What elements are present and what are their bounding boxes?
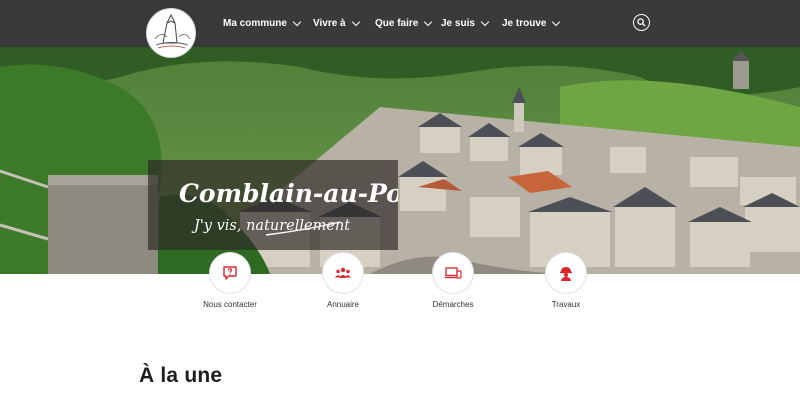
- top-navigation-bar: Ma commune Vivre à Que faire Je suis Je …: [0, 0, 800, 47]
- quick-link-icon-circle: [322, 252, 364, 294]
- quick-link-label: Nous contacter: [203, 300, 257, 309]
- people-group-icon: [335, 267, 351, 278]
- quick-link-directory[interactable]: Annuaire: [298, 252, 388, 309]
- nav-label: Vivre à: [313, 17, 346, 29]
- nav-item-vivre-a[interactable]: Vivre à: [313, 15, 360, 31]
- nav-item-je-trouve[interactable]: Je trouve: [502, 15, 561, 31]
- nav-item-je-suis[interactable]: Je suis: [441, 15, 490, 31]
- logo-emblem-icon: [154, 13, 191, 49]
- search-button[interactable]: [633, 14, 650, 31]
- quick-link-procedures[interactable]: Démarches: [408, 252, 498, 309]
- nav-label: Je suis: [441, 17, 475, 29]
- laptop-phone-icon: [445, 267, 462, 279]
- quick-link-label: Travaux: [551, 300, 581, 309]
- quick-link-icon-circle: [432, 252, 474, 294]
- quick-link-icon-circle: [209, 252, 251, 294]
- nav-item-que-faire[interactable]: Que faire: [375, 15, 433, 31]
- nav-label: Que faire: [375, 17, 419, 29]
- hero-banner: Comblain-au-Pont J'y vis, naturellement: [0, 47, 800, 274]
- hero-tagline: J'y vis, naturellement: [191, 218, 350, 234]
- chat-question-icon: [223, 266, 237, 280]
- nav-label: Ma commune: [223, 17, 287, 29]
- chevron-down-icon: [424, 17, 433, 26]
- quick-link-contact[interactable]: Nous contacter: [185, 252, 275, 309]
- chevron-down-icon: [480, 17, 490, 26]
- chevron-down-icon: [351, 17, 360, 26]
- hero-title-lettering: Comblain-au-Pont J'y vis, naturellement: [179, 179, 398, 236]
- quick-link-label: Annuaire: [326, 300, 360, 309]
- chevron-down-icon: [552, 17, 561, 26]
- quick-link-icon-circle: [545, 252, 587, 294]
- search-icon: [637, 18, 646, 27]
- quick-link-label: Démarches: [432, 300, 474, 309]
- section-title-a-la-une: À la une: [139, 364, 223, 387]
- hero-title-box: Comblain-au-Pont J'y vis, naturellement: [148, 160, 398, 250]
- quick-links: Nous contacter Annuaire Démarches Travau…: [0, 252, 800, 312]
- worker-helmet-icon: [560, 267, 572, 281]
- chevron-down-icon: [292, 17, 302, 26]
- quick-link-works[interactable]: Travaux: [521, 252, 611, 309]
- hero-title: Comblain-au-Pont: [179, 179, 398, 208]
- site-logo[interactable]: [146, 8, 196, 58]
- nav-label: Je trouve: [502, 17, 547, 29]
- nav-item-ma-commune[interactable]: Ma commune: [223, 15, 302, 31]
- village-panorama-image: [0, 47, 800, 274]
